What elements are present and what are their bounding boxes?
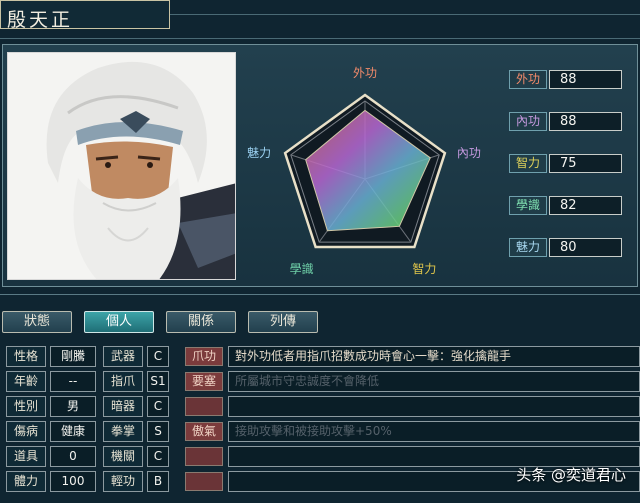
- attribute-radar-chart: 外功內功智力 學識 魅力: [243, 47, 488, 277]
- personal-label: 性別: [6, 396, 46, 417]
- personal-label: 性格: [6, 346, 46, 367]
- personal-value: 健康: [50, 421, 96, 442]
- radar-axis-label: 外功: [353, 66, 377, 80]
- tab-1[interactable]: 個人: [84, 311, 154, 333]
- personal-value: 0: [50, 446, 96, 467]
- personal-label: 年齡: [6, 371, 46, 392]
- trait-tag[interactable]: [185, 472, 223, 491]
- trait-description: [228, 396, 640, 417]
- character-portrait: [7, 52, 236, 280]
- trait-description: 所屬城市守忠誠度不會降低: [228, 371, 640, 392]
- weapon-skill-label: 指爪: [103, 371, 143, 392]
- radar-axis-label: 內功: [457, 146, 481, 160]
- personal-value: 剛騰: [50, 346, 96, 367]
- watermark: 头条 @奕道君心: [516, 466, 626, 484]
- tab-2[interactable]: 關係: [166, 311, 236, 333]
- trait-tag[interactable]: 爪功: [185, 347, 223, 366]
- weapon-skill-label: 武器: [103, 346, 143, 367]
- personal-label: 體力: [6, 471, 46, 492]
- weapon-skill-label: 暗器: [103, 396, 143, 417]
- stat-label: 外功: [509, 70, 547, 89]
- tabs-divider: [0, 294, 640, 295]
- weapon-skill-label: 拳掌: [103, 421, 143, 442]
- weapon-skill-grade: C: [147, 446, 169, 467]
- stat-value: 80: [549, 238, 622, 257]
- stat-value: 88: [549, 112, 622, 131]
- character-name: 殷天正: [0, 0, 170, 31]
- trait-tag[interactable]: [185, 397, 223, 416]
- trait-tag[interactable]: 傲氣: [185, 422, 223, 441]
- weapon-skill-label: 機關: [103, 446, 143, 467]
- trait-tag[interactable]: 要塞: [185, 372, 223, 391]
- stat-value: 82: [549, 196, 622, 215]
- radar-axis-label: 學識: [290, 262, 314, 276]
- portrait-image: [8, 53, 235, 279]
- personal-label: 傷病: [6, 421, 46, 442]
- weapon-skill-label: 輕功: [103, 471, 143, 492]
- personal-label: 道具: [6, 446, 46, 467]
- trait-tag[interactable]: [185, 447, 223, 466]
- weapon-skill-grade: B: [147, 471, 169, 492]
- personal-value: 100: [50, 471, 96, 492]
- stat-label: 內功: [509, 112, 547, 131]
- stat-label: 智力: [509, 154, 547, 173]
- stat-label: 學識: [509, 196, 547, 215]
- weapon-skill-grade: S: [147, 421, 169, 442]
- weapon-skill-grade: C: [147, 346, 169, 367]
- stat-label: 魅力: [509, 238, 547, 257]
- weapon-skill-grade: C: [147, 396, 169, 417]
- trait-description: 接助攻擊和被接助攻擊+50%: [228, 421, 640, 442]
- personal-value: 男: [50, 396, 96, 417]
- stats-column: 外功 88 內功 88 智力 75 學識 82 魅力 80: [495, 52, 635, 282]
- tab-bar: 狀態 個人 關係 列傳: [0, 309, 640, 337]
- tab-0[interactable]: 狀態: [2, 311, 72, 333]
- header-divider: [170, 14, 640, 15]
- radar-axis-label: 魅力: [247, 145, 271, 160]
- weapon-skill-grade: S1: [147, 371, 169, 392]
- stat-value: 88: [549, 70, 622, 89]
- personal-value: --: [50, 371, 96, 392]
- header-divider-lower: [0, 38, 640, 39]
- stat-value: 75: [549, 154, 622, 173]
- trait-description: 對外功低者用指爪招數成功時會心一擊：強化擒龍手: [228, 346, 640, 367]
- radar-svg: 外功內功智力 學識 魅力: [247, 66, 481, 276]
- radar-axis-label: 智力: [412, 261, 436, 276]
- tab-3[interactable]: 列傳: [248, 311, 318, 333]
